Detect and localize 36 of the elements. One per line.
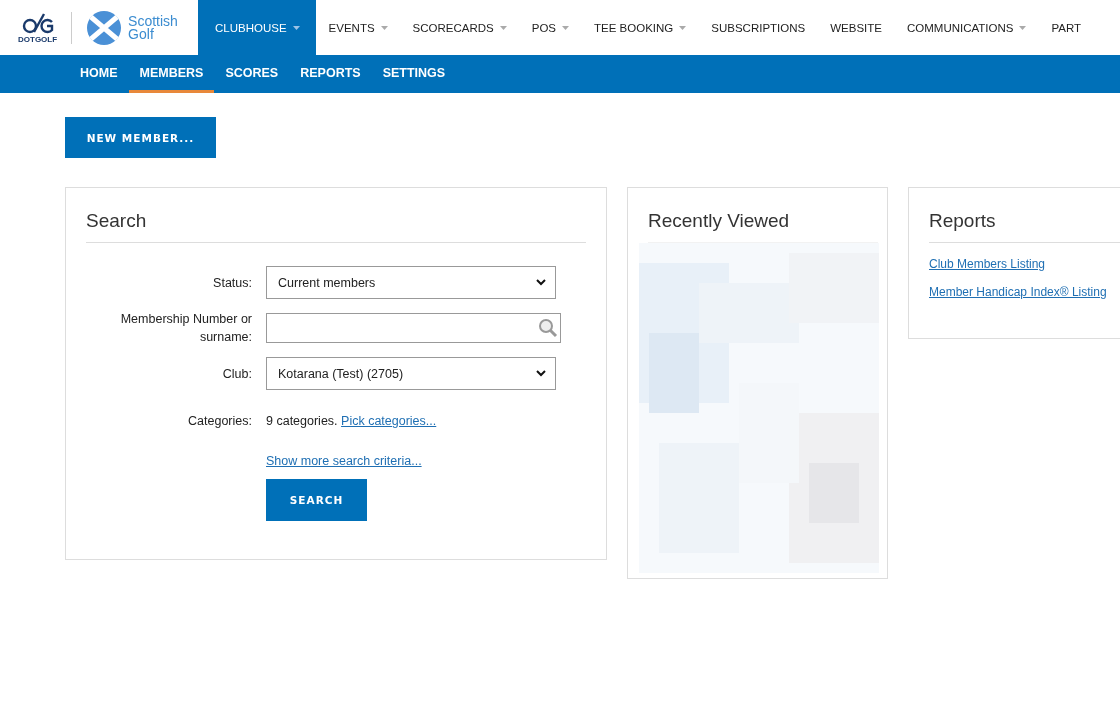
categories-summary: 9 categories. — [266, 414, 338, 428]
nav-tab[interactable]: SUBSCRIPTIONS — [699, 0, 818, 55]
new-member-button[interactable]: NEW MEMBER... — [65, 117, 216, 158]
sub-nav-tab[interactable]: SETTINGS — [371, 55, 457, 93]
field-label: Status: — [212, 274, 252, 292]
search-button[interactable]: SEARCH — [266, 479, 367, 521]
nav-tab[interactable]: TEE BOOKING — [582, 0, 699, 55]
nav-tab[interactable]: PART — [1039, 0, 1094, 55]
nav-tab[interactable]: POS — [519, 0, 582, 55]
pick-categories-link[interactable]: Pick categories... — [341, 414, 437, 428]
nav-tab[interactable]: WEBSITE — [818, 0, 894, 55]
chevron-down-icon — [536, 279, 546, 286]
more-criteria-link[interactable]: Show more search criteria... — [266, 454, 422, 468]
nav-tab[interactable]: COMMUNICATIONS — [895, 0, 1039, 55]
partner-name: Scottish Golf — [128, 14, 179, 41]
dotgolf-logo-icon — [21, 11, 54, 34]
sub-nav-tab[interactable]: MEMBERS — [128, 55, 215, 93]
status-select[interactable]: Current members — [266, 266, 556, 299]
nav-tab[interactable]: SCORECARDS — [400, 0, 519, 55]
field-label: Categories: — [187, 413, 252, 430]
nav-tab[interactable]: CLUBHOUSE — [198, 0, 316, 55]
field-label: Club: — [221, 365, 252, 383]
report-link[interactable]: Member Handicap Index® Listing — [929, 285, 1120, 299]
sub-nav-tab[interactable]: REPORTS — [289, 55, 372, 93]
member-search-field[interactable] — [266, 313, 561, 343]
card-title: Search — [86, 208, 586, 243]
chevron-down-icon — [536, 370, 546, 377]
report-link[interactable]: Club Members Listing — [929, 257, 1120, 271]
search-icon — [538, 318, 558, 338]
club-select[interactable]: Kotarana (Test) (2705) — [266, 357, 556, 390]
field-label: Membership Number or surname: — [119, 311, 252, 346]
nav-tab[interactable]: EVENTS — [316, 0, 400, 55]
sub-nav-tab[interactable]: HOME — [69, 55, 129, 93]
brand-name: DOTGOLF — [18, 34, 58, 44]
card-title: Reports — [929, 208, 1120, 243]
sub-nav-tab[interactable]: SCORES — [214, 55, 290, 93]
